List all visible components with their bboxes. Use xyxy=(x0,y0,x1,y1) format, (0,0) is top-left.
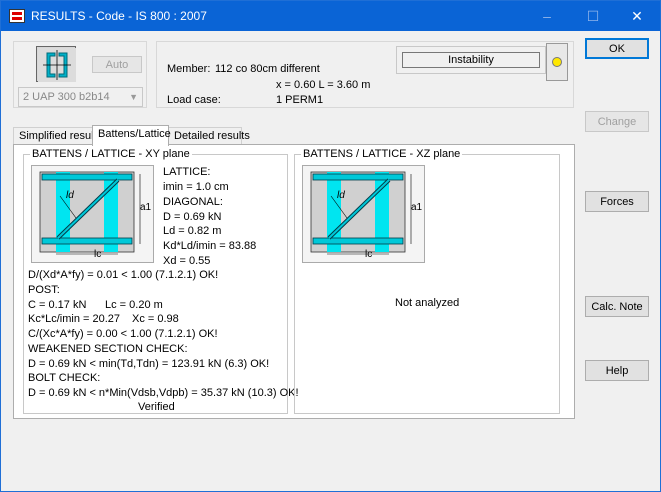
xz-a1-label: a1 xyxy=(411,202,423,213)
xz-plane-title: BATTENS / LATTICE - XZ plane xyxy=(301,148,463,160)
xy-side-line: Ld = 0.82 m xyxy=(163,225,222,237)
xz-ld-label: ld xyxy=(337,190,345,201)
xz-not-analyzed: Not analyzed xyxy=(395,297,460,309)
load-case-value: 1 PERM1 xyxy=(276,94,324,106)
xy-result-line: C/(Xc*A*fy) = 0.00 < 1.00 (7.1.2.1) OK! xyxy=(28,328,218,340)
xy-result-line: D/(Xd*A*fy) = 0.01 < 1.00 (7.1.2.1) OK! xyxy=(28,269,219,281)
title-bar[interactable]: RESULTS - Code - IS 800 : 2007 – ☐ ✕ xyxy=(1,1,660,31)
xy-side-line: D = 0.69 kN xyxy=(163,211,222,223)
xy-plane-diagram: ld lc a1 xyxy=(31,165,154,263)
auto-button[interactable]: Auto xyxy=(92,56,142,73)
xy-plane-title: BATTENS / LATTICE - XY plane xyxy=(30,148,192,160)
status-indicator xyxy=(546,43,568,81)
xy-result-line: D = 0.69 kN < min(Td,Tdn) = 123.91 kN (6… xyxy=(28,358,270,370)
xy-result-line: C = 0.17 kN xyxy=(28,299,87,311)
change-button[interactable]: Change xyxy=(585,111,649,132)
section-select[interactable]: 2 UAP 300 b2b14 ▼ xyxy=(18,87,143,107)
xy-result-line: Kc*Lc/imin = 20.27 xyxy=(28,313,121,325)
xy-ld-label: ld xyxy=(66,190,74,201)
app-icon xyxy=(9,9,25,23)
xy-lc-label: lc xyxy=(94,249,102,260)
member-label: Member: xyxy=(167,63,211,75)
xy-result-line: BOLT CHECK: xyxy=(28,372,101,384)
xy-plane-group: BATTENS / LATTICE - XY plane ld lc a1 LA… xyxy=(23,148,299,414)
tab-battens-lattice[interactable]: Battens/Lattice xyxy=(92,125,171,146)
status-frame: Instability xyxy=(396,46,546,74)
load-case-label: Load case: xyxy=(167,94,221,106)
member-value: 112 co 80cm different xyxy=(215,63,320,75)
xy-result-line: Lc = 0.20 m xyxy=(105,299,163,311)
window-title: RESULTS - Code - IS 800 : 2007 xyxy=(31,9,207,23)
xy-side-line: LATTICE: xyxy=(163,166,211,178)
xy-result-line: Xc = 0.98 xyxy=(132,313,179,325)
calc-note-button[interactable]: Calc. Note xyxy=(585,296,649,317)
status-field: Instability xyxy=(402,52,540,68)
ok-button[interactable]: OK xyxy=(585,38,649,59)
xy-side-line: DIAGONAL: xyxy=(163,196,223,208)
section-panel: Auto 2 UAP 300 b2b14 ▼ xyxy=(13,41,147,108)
maximize-icon[interactable]: ☐ xyxy=(570,1,616,31)
position-value: x = 0.60 L = 3.60 m xyxy=(276,79,371,91)
chevron-down-icon: ▼ xyxy=(129,92,138,102)
help-button[interactable]: Help xyxy=(585,360,649,381)
xy-result-line: D = 0.69 kN < n*Min(Vdsb,Vdpb) = 35.37 k… xyxy=(28,387,299,399)
xz-lc-label: lc xyxy=(365,249,373,260)
status-lamp-icon xyxy=(552,57,562,67)
xy-verdict: Verified xyxy=(138,401,175,413)
xy-side-line: imin = 1.0 cm xyxy=(163,181,229,193)
section-select-value: 2 UAP 300 b2b14 xyxy=(23,91,110,103)
xz-plane-diagram: ld lc a1 xyxy=(302,165,425,263)
results-window: RESULTS - Code - IS 800 : 2007 – ☐ ✕ Aut… xyxy=(0,0,661,492)
member-info-panel: Member: 112 co 80cm different x = 0.60 L… xyxy=(156,41,574,108)
minimize-icon[interactable]: – xyxy=(524,1,570,31)
xy-result-line: WEAKENED SECTION CHECK: xyxy=(28,343,188,355)
xy-a1-label: a1 xyxy=(140,202,152,213)
tab-detailed-results[interactable]: Detailed results xyxy=(168,127,250,145)
xy-side-line: Kd*Ld/imin = 83.88 xyxy=(163,240,257,252)
section-icon xyxy=(36,46,76,82)
xy-side-line: Xd = 0.55 xyxy=(163,255,211,267)
forces-button[interactable]: Forces xyxy=(585,191,649,212)
xz-plane-group: BATTENS / LATTICE - XZ plane ld lc a1 No… xyxy=(294,148,560,414)
xy-result-line: POST: xyxy=(28,284,60,296)
battens-lattice-page: BATTENS / LATTICE - XY plane ld lc a1 LA… xyxy=(13,144,575,419)
close-icon[interactable]: ✕ xyxy=(614,1,660,31)
tab-simplified-results[interactable]: Simplified results xyxy=(13,127,102,145)
